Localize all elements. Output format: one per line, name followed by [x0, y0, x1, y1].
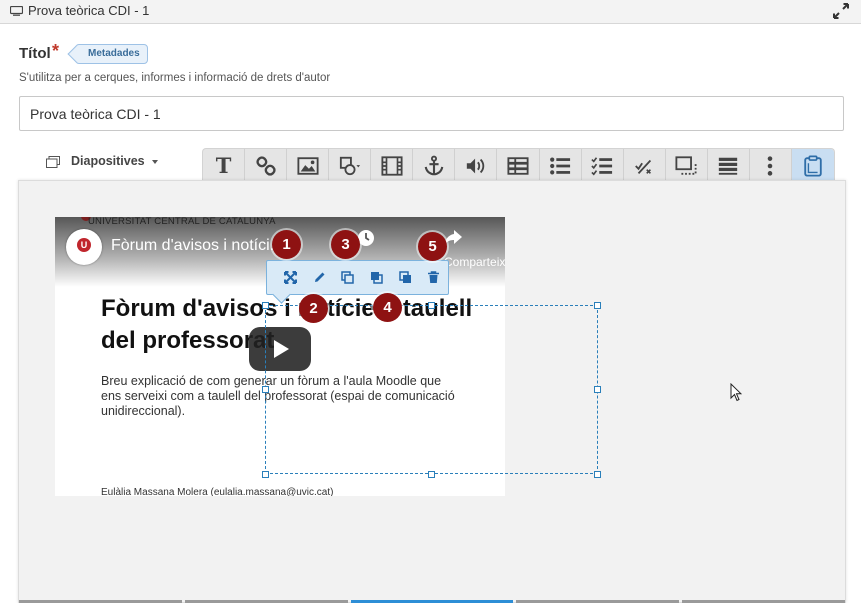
video-icon — [381, 155, 403, 176]
rows-button[interactable] — [708, 149, 750, 182]
mouse-cursor-icon — [730, 383, 742, 402]
paste-button[interactable] — [791, 149, 834, 182]
send-back-button[interactable] — [362, 266, 391, 290]
text-button[interactable]: T — [203, 149, 246, 182]
anchor-button[interactable] — [413, 149, 456, 182]
table-button[interactable] — [497, 149, 540, 182]
edit-button[interactable] — [305, 266, 334, 290]
video-button[interactable] — [371, 149, 414, 182]
slides-icon — [46, 156, 60, 168]
text-icon: T — [215, 153, 232, 178]
resize-handle[interactable] — [594, 471, 601, 478]
shapes-button[interactable] — [329, 149, 372, 182]
element-toolbar — [266, 260, 449, 295]
fullscreen-icon — [283, 271, 297, 284]
metadata-badge[interactable]: Metadades — [75, 44, 148, 64]
callout-marker-1: 1 — [272, 230, 301, 259]
more-icon — [768, 155, 773, 176]
slides-dropdown-label: Diapositives — [71, 154, 145, 168]
audio-icon — [466, 158, 485, 173]
callout-marker-3: 3 — [331, 230, 360, 259]
share-label: Comparteix — [444, 255, 505, 269]
percent-button[interactable] — [624, 149, 666, 182]
image-icon — [297, 156, 319, 175]
delete-icon — [428, 271, 440, 283]
table-icon — [507, 156, 529, 175]
delete-button[interactable] — [419, 266, 448, 290]
title-label: Títol — [19, 45, 51, 62]
title-input[interactable] — [19, 96, 844, 131]
callout-marker-5: 5 — [418, 232, 447, 261]
list-icon — [550, 156, 571, 175]
checklist-icon — [591, 156, 613, 176]
send-back-icon — [370, 272, 383, 284]
checklist-button[interactable] — [582, 149, 624, 182]
bring-front-icon — [398, 271, 411, 283]
title-help-text: S'utilitza per a cerques, informes i inf… — [19, 72, 331, 84]
paste-icon — [804, 155, 822, 177]
image-button[interactable] — [287, 149, 330, 182]
shapes-icon — [339, 156, 360, 175]
selection-box[interactable] — [265, 305, 598, 474]
percent-icon — [635, 159, 652, 174]
chevron-down-icon — [152, 160, 158, 164]
copy-icon — [341, 271, 354, 284]
channel-avatar[interactable] — [66, 229, 102, 265]
more-button[interactable] — [750, 149, 792, 182]
window-title: Prova teòrica CDI - 1 — [28, 3, 150, 18]
callout-marker-4: 4 — [373, 293, 402, 322]
resize-handle[interactable] — [262, 386, 269, 393]
required-mark: * — [52, 41, 60, 61]
audio-button[interactable] — [455, 149, 498, 182]
resize-handle[interactable] — [594, 302, 601, 309]
slide-footer: Eulàlia Massana Molera (eulalia.massana@… — [101, 487, 334, 496]
video-organization: UNIVERSITAT CENTRAL DE CATALUNYA — [88, 217, 276, 227]
resize-handle[interactable] — [428, 471, 435, 478]
edit-icon — [314, 272, 324, 282]
copy-button[interactable] — [333, 266, 362, 290]
window-titlebar: Prova teòrica CDI - 1 — [0, 0, 861, 24]
editor-toolbar: T — [202, 148, 835, 182]
link-icon — [255, 155, 276, 176]
overlay-button[interactable] — [666, 149, 708, 182]
anchor-icon — [424, 155, 444, 175]
resize-handle[interactable] — [428, 302, 435, 309]
fullscreen-button[interactable] — [276, 266, 305, 290]
video-title[interactable]: Fòrum d'avisos i notíci... — [111, 237, 283, 255]
link-button[interactable] — [245, 149, 288, 182]
resize-handle[interactable] — [262, 302, 269, 309]
list-button[interactable] — [540, 149, 582, 182]
bring-front-button[interactable] — [391, 266, 420, 290]
monitor-icon — [10, 6, 23, 16]
expand-icon[interactable] — [833, 3, 849, 19]
resize-handle[interactable] — [262, 471, 269, 478]
overlay-icon — [675, 155, 697, 175]
rows-icon — [719, 157, 738, 175]
resize-handle[interactable] — [594, 386, 601, 393]
callout-marker-2: 2 — [299, 294, 328, 323]
